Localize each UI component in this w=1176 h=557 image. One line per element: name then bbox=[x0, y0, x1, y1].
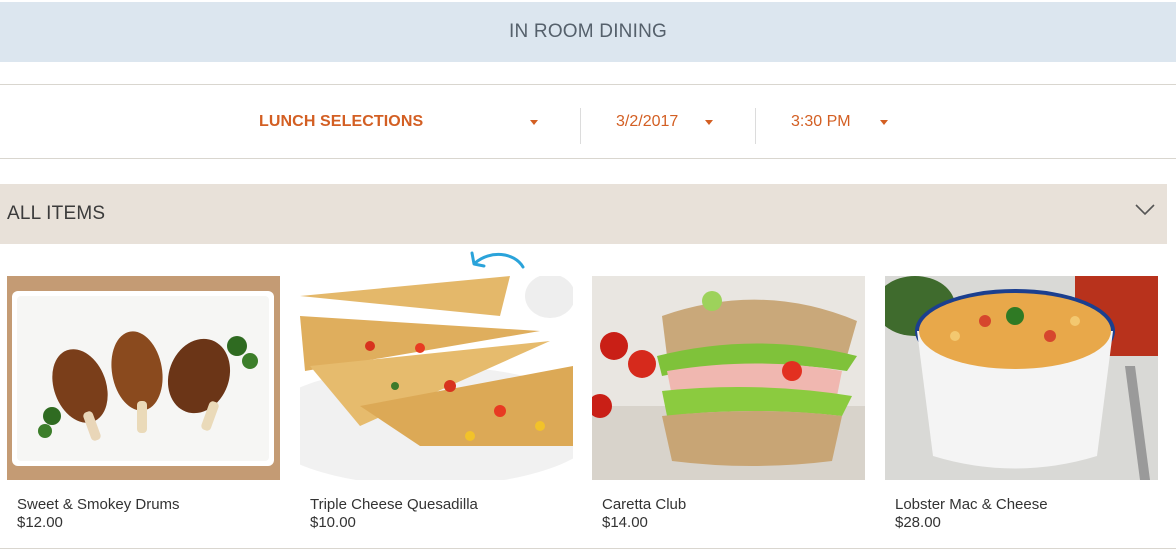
caret-down-icon bbox=[530, 120, 538, 125]
menu-item-name: Sweet & Smokey Drums bbox=[17, 496, 180, 513]
menu-item-photo bbox=[7, 276, 280, 480]
caret-down-icon bbox=[705, 120, 713, 125]
menu-items-grid: Sweet & Smokey Drums $12.00 Triple Chees… bbox=[7, 276, 1176, 536]
chevron-down-icon[interactable] bbox=[1135, 204, 1155, 216]
time-label: 3:30 PM bbox=[791, 113, 851, 130]
page-title: IN ROOM DINING bbox=[509, 21, 667, 42]
menu-item-name: Caretta Club bbox=[602, 496, 687, 513]
menu-item-photo bbox=[592, 276, 865, 480]
menu-item-photo bbox=[300, 276, 573, 480]
menu-item-price: $28.00 bbox=[895, 514, 941, 531]
divider bbox=[580, 108, 581, 144]
menu-item-name: Triple Cheese Quesadilla bbox=[310, 496, 478, 513]
time-dropdown[interactable]: 3:30 PM bbox=[791, 108, 891, 136]
menu-item-name: Lobster Mac & Cheese bbox=[895, 496, 1048, 513]
date-label: 3/2/2017 bbox=[616, 113, 679, 130]
menu-item-price: $10.00 bbox=[310, 514, 356, 531]
page-header: IN ROOM DINING bbox=[0, 2, 1176, 62]
date-dropdown[interactable]: 3/2/2017 bbox=[616, 108, 716, 136]
menu-item-card[interactable]: Sweet & Smokey Drums $12.00 bbox=[7, 276, 280, 536]
menu-item-price: $14.00 bbox=[602, 514, 648, 531]
menu-item-card[interactable]: Triple Cheese Quesadilla $10.00 bbox=[300, 276, 573, 536]
divider bbox=[0, 548, 1176, 549]
menu-item-card[interactable]: Caretta Club $14.00 bbox=[592, 276, 865, 536]
category-title: ALL ITEMS bbox=[7, 203, 106, 224]
meal-period-dropdown[interactable]: LUNCH SELECTIONS bbox=[259, 108, 545, 136]
meal-period-label: LUNCH SELECTIONS bbox=[259, 113, 424, 130]
divider bbox=[0, 158, 1176, 159]
filter-bar: LUNCH SELECTIONS 3/2/2017 3:30 PM bbox=[0, 85, 1176, 158]
caret-down-icon bbox=[880, 120, 888, 125]
menu-item-card[interactable]: Lobster Mac & Cheese $28.00 bbox=[885, 276, 1158, 536]
refresh-arrow-icon[interactable] bbox=[468, 248, 528, 272]
category-header-all-items[interactable]: ALL ITEMS bbox=[0, 184, 1167, 244]
menu-item-price: $12.00 bbox=[17, 514, 63, 531]
divider bbox=[755, 108, 756, 144]
menu-item-photo bbox=[885, 276, 1158, 480]
